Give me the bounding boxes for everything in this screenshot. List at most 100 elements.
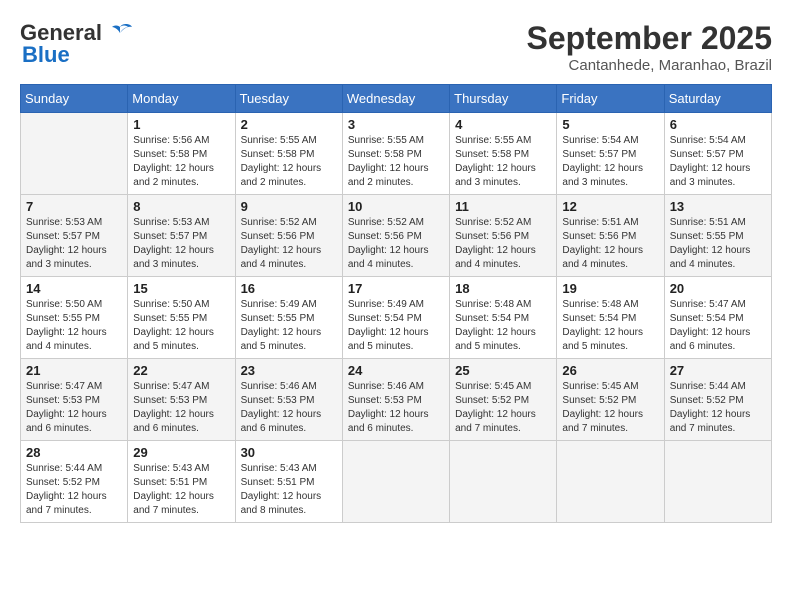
calendar-table: SundayMondayTuesdayWednesdayThursdayFrid… [20, 84, 772, 523]
calendar-cell: 24 Sunrise: 5:46 AM Sunset: 5:53 PM Dayli… [342, 359, 449, 441]
logo-blue: Blue [22, 42, 70, 68]
day-number: 23 [241, 363, 337, 378]
calendar-cell: 20 Sunrise: 5:47 AM Sunset: 5:54 PM Dayli… [664, 277, 771, 359]
day-info: Sunrise: 5:48 AM Sunset: 5:54 PM Dayligh… [455, 298, 551, 354]
day-info: Sunrise: 5:55 AM Sunset: 5:58 PM Dayligh… [455, 134, 551, 190]
day-info: Sunrise: 5:44 AM Sunset: 5:52 PM Dayligh… [26, 462, 122, 518]
calendar-cell: 18 Sunrise: 5:48 AM Sunset: 5:54 PM Dayli… [450, 277, 557, 359]
day-info: Sunrise: 5:44 AM Sunset: 5:52 PM Dayligh… [670, 380, 766, 436]
day-info: Sunrise: 5:51 AM Sunset: 5:55 PM Dayligh… [670, 216, 766, 272]
day-number: 27 [670, 363, 766, 378]
calendar-cell [664, 441, 771, 523]
day-info: Sunrise: 5:45 AM Sunset: 5:52 PM Dayligh… [455, 380, 551, 436]
calendar-cell: 16 Sunrise: 5:49 AM Sunset: 5:55 PM Dayli… [235, 277, 342, 359]
day-info: Sunrise: 5:43 AM Sunset: 5:51 PM Dayligh… [133, 462, 229, 518]
day-info: Sunrise: 5:56 AM Sunset: 5:58 PM Dayligh… [133, 134, 229, 190]
calendar-cell: 30 Sunrise: 5:43 AM Sunset: 5:51 PM Dayli… [235, 441, 342, 523]
calendar-cell: 11 Sunrise: 5:52 AM Sunset: 5:56 PM Dayli… [450, 195, 557, 277]
day-number: 5 [562, 117, 658, 132]
day-info: Sunrise: 5:55 AM Sunset: 5:58 PM Dayligh… [348, 134, 444, 190]
day-info: Sunrise: 5:49 AM Sunset: 5:54 PM Dayligh… [348, 298, 444, 354]
col-header-saturday: Saturday [664, 85, 771, 113]
col-header-monday: Monday [128, 85, 235, 113]
day-number: 25 [455, 363, 551, 378]
calendar-cell: 17 Sunrise: 5:49 AM Sunset: 5:54 PM Dayli… [342, 277, 449, 359]
day-number: 10 [348, 199, 444, 214]
calendar-cell: 10 Sunrise: 5:52 AM Sunset: 5:56 PM Dayli… [342, 195, 449, 277]
day-number: 17 [348, 281, 444, 296]
calendar-cell: 4 Sunrise: 5:55 AM Sunset: 5:58 PM Daylig… [450, 113, 557, 195]
day-number: 20 [670, 281, 766, 296]
calendar-cell: 2Sunrise: 5:55 AM Sunset: 5:58 PM Daylig… [235, 113, 342, 195]
day-number: 19 [562, 281, 658, 296]
col-header-sunday: Sunday [21, 85, 128, 113]
day-number: 15 [133, 281, 229, 296]
day-number: 30 [241, 445, 337, 460]
day-number: 7 [26, 199, 122, 214]
day-info: Sunrise: 5:47 AM Sunset: 5:54 PM Dayligh… [670, 298, 766, 354]
calendar-cell: 27 Sunrise: 5:44 AM Sunset: 5:52 PM Dayli… [664, 359, 771, 441]
day-info: Sunrise: 5:50 AM Sunset: 5:55 PM Dayligh… [133, 298, 229, 354]
day-number: 12 [562, 199, 658, 214]
calendar-cell: 23Sunrise: 5:46 AM Sunset: 5:53 PM Dayli… [235, 359, 342, 441]
calendar-cell: 3 Sunrise: 5:55 AM Sunset: 5:58 PM Daylig… [342, 113, 449, 195]
calendar-cell: 22 Sunrise: 5:47 AM Sunset: 5:53 PM Dayli… [128, 359, 235, 441]
col-header-friday: Friday [557, 85, 664, 113]
calendar-cell: 9 Sunrise: 5:52 AM Sunset: 5:56 PM Daylig… [235, 195, 342, 277]
day-number: 9 [241, 199, 337, 214]
calendar-cell: 12 Sunrise: 5:51 AM Sunset: 5:56 PM Dayli… [557, 195, 664, 277]
calendar-cell [21, 113, 128, 195]
day-info: Sunrise: 5:43 AM Sunset: 5:51 PM Dayligh… [241, 462, 337, 518]
calendar-cell [450, 441, 557, 523]
calendar-cell: 5 Sunrise: 5:54 AM Sunset: 5:57 PM Daylig… [557, 113, 664, 195]
day-info: Sunrise: 5:54 AM Sunset: 5:57 PM Dayligh… [562, 134, 658, 190]
logo-bird-icon [106, 23, 134, 43]
location-subtitle: Cantanhede, Maranhao, Brazil [527, 57, 772, 74]
day-info: Sunrise: 5:52 AM Sunset: 5:56 PM Dayligh… [241, 216, 337, 272]
month-title: September 2025 [527, 20, 772, 57]
day-number: 4 [455, 117, 551, 132]
day-number: 28 [26, 445, 122, 460]
calendar-cell: 19 Sunrise: 5:48 AM Sunset: 5:54 PM Dayli… [557, 277, 664, 359]
day-info: Sunrise: 5:47 AM Sunset: 5:53 PM Dayligh… [26, 380, 122, 436]
day-number: 22 [133, 363, 229, 378]
calendar-cell: 14 Sunrise: 5:50 AM Sunset: 5:55 PM Dayli… [21, 277, 128, 359]
calendar-cell: 8Sunrise: 5:53 AM Sunset: 5:57 PM Daylig… [128, 195, 235, 277]
day-info: Sunrise: 5:55 AM Sunset: 5:58 PM Dayligh… [241, 134, 337, 190]
calendar-cell: 15 Sunrise: 5:50 AM Sunset: 5:55 PM Dayli… [128, 277, 235, 359]
day-info: Sunrise: 5:54 AM Sunset: 5:57 PM Dayligh… [670, 134, 766, 190]
day-info: Sunrise: 5:45 AM Sunset: 5:52 PM Dayligh… [562, 380, 658, 436]
day-number: 13 [670, 199, 766, 214]
day-info: Sunrise: 5:50 AM Sunset: 5:55 PM Dayligh… [26, 298, 122, 354]
day-info: Sunrise: 5:52 AM Sunset: 5:56 PM Dayligh… [348, 216, 444, 272]
page-header: General Blue September 2025 Cantanhede, … [20, 20, 772, 74]
day-info: Sunrise: 5:53 AM Sunset: 5:57 PM Dayligh… [26, 216, 122, 272]
day-info: Sunrise: 5:46 AM Sunset: 5:53 PM Dayligh… [348, 380, 444, 436]
logo: General Blue [20, 20, 134, 68]
col-header-tuesday: Tuesday [235, 85, 342, 113]
calendar-cell: 28 Sunrise: 5:44 AM Sunset: 5:52 PM Dayli… [21, 441, 128, 523]
day-info: Sunrise: 5:48 AM Sunset: 5:54 PM Dayligh… [562, 298, 658, 354]
day-number: 24 [348, 363, 444, 378]
day-number: 29 [133, 445, 229, 460]
day-number: 26 [562, 363, 658, 378]
day-number: 8 [133, 199, 229, 214]
day-number: 16 [241, 281, 337, 296]
day-info: Sunrise: 5:47 AM Sunset: 5:53 PM Dayligh… [133, 380, 229, 436]
calendar-cell: 6 Sunrise: 5:54 AM Sunset: 5:57 PM Daylig… [664, 113, 771, 195]
calendar-cell: 1 Sunrise: 5:56 AM Sunset: 5:58 PM Daylig… [128, 113, 235, 195]
day-info: Sunrise: 5:51 AM Sunset: 5:56 PM Dayligh… [562, 216, 658, 272]
calendar-cell: 29 Sunrise: 5:43 AM Sunset: 5:51 PM Dayli… [128, 441, 235, 523]
day-number: 1 [133, 117, 229, 132]
day-number: 3 [348, 117, 444, 132]
day-number: 6 [670, 117, 766, 132]
col-header-wednesday: Wednesday [342, 85, 449, 113]
day-info: Sunrise: 5:52 AM Sunset: 5:56 PM Dayligh… [455, 216, 551, 272]
calendar-cell: 25 Sunrise: 5:45 AM Sunset: 5:52 PM Dayli… [450, 359, 557, 441]
day-number: 11 [455, 199, 551, 214]
calendar-cell [342, 441, 449, 523]
day-number: 18 [455, 281, 551, 296]
day-number: 14 [26, 281, 122, 296]
title-block: September 2025 Cantanhede, Maranhao, Bra… [527, 20, 772, 74]
day-info: Sunrise: 5:49 AM Sunset: 5:55 PM Dayligh… [241, 298, 337, 354]
